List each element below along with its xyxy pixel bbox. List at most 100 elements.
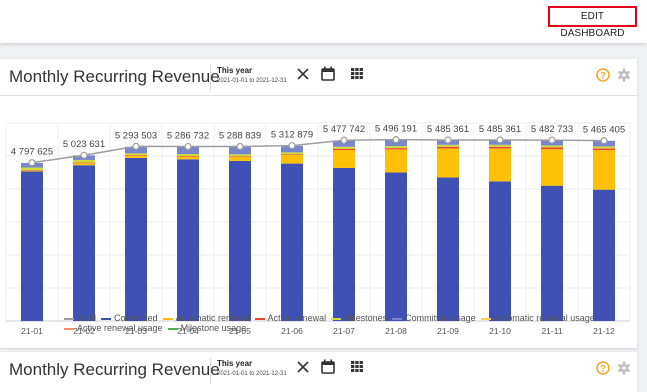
bar-segment-committed [125, 157, 147, 321]
total-point [340, 136, 348, 144]
legend-label: Milestones [344, 313, 388, 323]
legend-item[interactable]: Milestones [331, 313, 387, 323]
legend-item[interactable]: Total [64, 313, 96, 323]
bar-segment-automatic-renewal [281, 155, 303, 164]
legend-item[interactable]: Committed [101, 313, 158, 323]
legend-label: Committed usage [405, 313, 476, 323]
bar-segment-committed [21, 171, 43, 321]
legend-swatch [254, 317, 265, 320]
top-toolbar: EDIT DASHBOARD [0, 0, 647, 43]
mrr-widget: Monthly Recurring Revenue This year 2021… [0, 59, 637, 348]
legend-swatch [162, 317, 173, 320]
gear-icon[interactable] [617, 361, 631, 375]
bar-segment-milestones [229, 154, 251, 157]
legend-label: Automatic renewal [175, 313, 250, 323]
period-selector[interactable]: This year 2021-01-01 to 2021-12-31 [210, 65, 287, 91]
close-icon[interactable] [296, 67, 310, 81]
total-point [600, 137, 608, 145]
gear-icon[interactable] [617, 68, 631, 82]
bar-segment-committed [281, 163, 303, 321]
close-icon[interactable] [296, 360, 310, 374]
period-selector-2[interactable]: This year 2021-01-01 to 2021-12-31 [210, 358, 287, 384]
calendar-icon[interactable] [321, 66, 335, 81]
legend-label: Milestone usage [180, 323, 247, 333]
bar-segment-automatic-renewal [125, 156, 147, 158]
bar-segment-automatic-renewal [333, 150, 355, 168]
legend-item[interactable]: Active renewal usage [64, 323, 163, 333]
widget-title-2: Monthly Recurring Revenue [9, 360, 220, 379]
grid-icon[interactable] [351, 68, 363, 79]
help-icon[interactable]: ? [596, 68, 610, 82]
bar-segment-automatic-renewal [385, 149, 407, 173]
total-data-label: 5 465 405 [583, 125, 625, 136]
bar-segment-milestones [593, 146, 615, 149]
period-range: 2021-01-01 to 2021-12-31 [217, 78, 287, 84]
total-data-label: 5 288 839 [219, 130, 261, 141]
bar-segment-active-renewal [489, 146, 511, 149]
total-data-label: 5 477 742 [323, 124, 365, 135]
help-icon[interactable]: ? [596, 361, 610, 375]
bar-segment-automatic-renewal [177, 156, 199, 160]
bar-segment-active-renewal [333, 148, 355, 151]
legend-swatch [480, 317, 491, 320]
bar-segment-milestones [541, 145, 563, 148]
total-point [288, 142, 296, 150]
grid-icon[interactable] [351, 361, 363, 372]
legend-swatch [392, 317, 403, 320]
legend-item[interactable]: Active renewal [254, 313, 327, 323]
period-label-2: This year [217, 359, 253, 368]
bar-segment-committed [177, 159, 199, 321]
widget-header: Monthly Recurring Revenue This year 2021… [0, 59, 637, 96]
legend-swatch [101, 317, 112, 320]
legend-label: Active renewal [267, 313, 327, 323]
bar-segment-committed [73, 165, 95, 321]
legend-swatch [64, 317, 74, 320]
bar-segment-committed [333, 167, 355, 321]
bar-segment-active-renewal [125, 155, 147, 156]
total-data-label: 5 482 733 [531, 124, 573, 135]
bar-segment-committed [385, 172, 407, 321]
bar-segment-automatic-renewal [437, 148, 459, 178]
bar-segment-milestones [437, 144, 459, 147]
total-data-label: 5 485 361 [479, 124, 521, 135]
total-point [132, 142, 140, 150]
legend-item[interactable]: Milestone usage [167, 323, 247, 333]
total-point [392, 136, 400, 144]
bar-segment-automatic-renewal [21, 170, 43, 172]
bar-segment-committed [541, 185, 563, 321]
total-point [184, 142, 192, 151]
bar-segment-milestones [281, 152, 303, 155]
legend-item[interactable]: Automatic renewal [162, 313, 250, 323]
legend-label: Total [77, 313, 97, 323]
total-data-label: 5 286 732 [167, 131, 209, 142]
widget-title: Monthly Recurring Revenue [9, 67, 220, 86]
legend-item[interactable]: Automatic renewal usage [480, 313, 595, 323]
bar-segment-committed [437, 177, 459, 321]
legend-swatch [167, 327, 178, 330]
bar-segment-automatic-renewal [541, 149, 563, 186]
total-point [444, 136, 452, 144]
legend-item[interactable]: Committed usage [392, 313, 476, 323]
period-label: This year [217, 66, 253, 75]
period-range-2: 2021-01-01 to 2021-12-31 [217, 371, 287, 377]
total-data-label: 5 293 503 [115, 130, 157, 141]
bar-segment-committed [489, 181, 511, 321]
bar-segment-milestones [21, 167, 43, 171]
total-data-label: 5 023 631 [63, 139, 105, 150]
legend-label: Committed [114, 313, 158, 323]
legend-swatch [64, 327, 74, 330]
x-tick-label: 21-01 [21, 326, 43, 336]
bar-segment-active-renewal [281, 154, 303, 156]
bar-segment-automatic-renewal [489, 148, 511, 182]
bar-segment-active-renewal [177, 156, 199, 157]
edit-dashboard-button[interactable]: EDIT DASHBOARD [548, 6, 637, 39]
bar-segment-milestones [73, 159, 95, 163]
legend-swatch [331, 317, 342, 320]
svg-text:?: ? [600, 70, 606, 80]
calendar-icon[interactable] [321, 359, 335, 374]
bar-segment-active-renewal [73, 162, 95, 164]
bar-segment-active-renewal [541, 147, 563, 150]
legend-label: Automatic renewal usage [493, 313, 595, 323]
chart-legend: Total Committed Automatic renewal Active re… [64, 313, 624, 333]
bar-segment-milestones [333, 146, 355, 149]
